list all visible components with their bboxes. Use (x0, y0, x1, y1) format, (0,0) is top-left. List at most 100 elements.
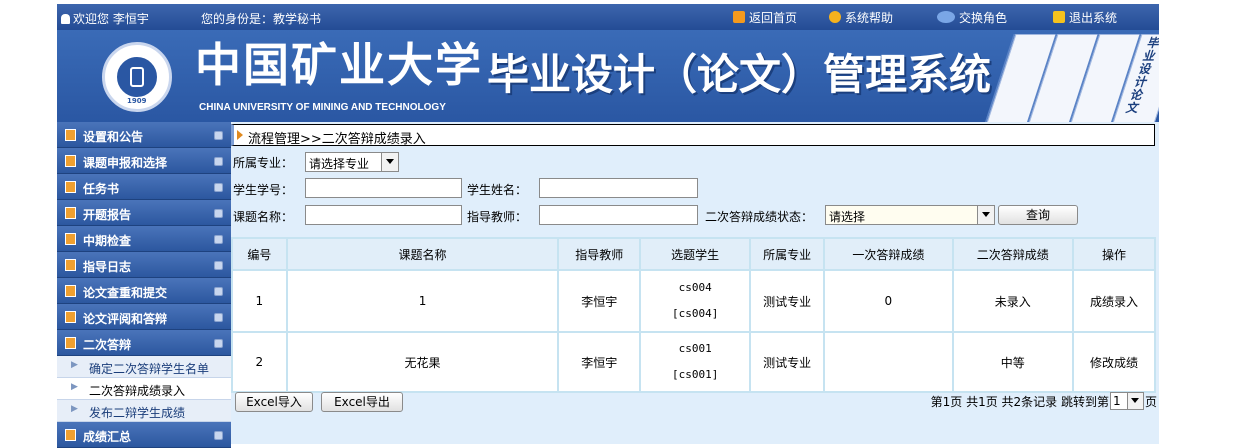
folder-icon (65, 259, 76, 271)
chevron-down-icon (977, 206, 994, 224)
student-name-label: 学生姓名： (467, 183, 528, 197)
sidebar-item-logs[interactable]: 指导日志 (57, 252, 231, 278)
major-select[interactable]: 请选择专业 (305, 152, 399, 172)
table-header-row: 编号 课题名称 指导教师 选题学生 所属专业 一次答辩成绩 二次答辩成绩 操作 (231, 237, 1156, 271)
cell-topic: 1 (285, 269, 560, 333)
column-header: 编号 (231, 237, 288, 271)
sidebar-item-midterm[interactable]: 中期检查 (57, 226, 231, 252)
cell-student: cs001 [cs001] (639, 331, 752, 393)
student-name: cs004 (678, 281, 712, 294)
student-id: [cs004] (671, 307, 719, 320)
cell-second-score: 中等 (951, 331, 1075, 393)
enter-score-link[interactable]: 成绩录入 (1072, 269, 1156, 333)
folder-icon (65, 337, 76, 349)
sidebar-item-plagiarism[interactable]: 论文查重和提交 (57, 278, 231, 304)
collapse-icon[interactable] (214, 287, 223, 296)
status-select[interactable]: 请选择 (825, 205, 995, 225)
user-icon (61, 14, 70, 24)
system-title: 毕业设计（论文）管理系统 (487, 50, 992, 99)
chevron-right-icon: ▶ (71, 404, 78, 414)
sidebar: 设置和公告 课题申报和选择 任务书 开题报告 中期检查 指导日志 论文查重和提交… (57, 122, 231, 448)
column-header: 二次答辩成绩 (951, 237, 1075, 271)
collapse-icon[interactable] (214, 209, 223, 218)
table-row: 1 1 李恒宇 cs004 [cs004] 测试专业 0 未录入 成绩录入 (231, 269, 1156, 333)
emblem-year: 1909 (127, 97, 147, 105)
student-id-label: 学生学号： (233, 183, 294, 197)
sidebar-subitem-confirm-list[interactable]: ▶ 确定二次答辩学生名单 (57, 356, 231, 378)
page-select[interactable]: 1 (1109, 392, 1144, 410)
sidebar-item-summary[interactable]: 成绩汇总 (57, 422, 231, 448)
cell-first-score (823, 331, 954, 393)
sidebar-subitem-score-entry[interactable]: ▶ 二次答辩成绩录入 (57, 378, 231, 400)
teacher-input[interactable] (539, 205, 698, 225)
exit-icon (1053, 11, 1065, 23)
folder-icon (65, 285, 76, 297)
sidebar-item-topics[interactable]: 课题申报和选择 (57, 148, 231, 174)
table-row: 2 无花果 李恒宇 cs001 [cs001] 测试专业 中等 修改成绩 (231, 331, 1156, 393)
status-label: 二次答辩成绩状态： (705, 210, 814, 224)
folder-icon (65, 129, 76, 141)
cell-student: cs004 [cs004] (639, 269, 752, 333)
books-graphic: 毕业设计论文 (959, 30, 1159, 122)
student-name-input[interactable] (539, 178, 698, 198)
collapse-icon[interactable] (214, 157, 223, 166)
cell-major: 测试专业 (749, 269, 826, 333)
pager-info: 第1页 共1页 共2条记录 跳转到第 (930, 394, 1109, 409)
folder-icon (65, 311, 76, 323)
folder-icon (65, 155, 76, 167)
university-english-name: CHINA UNIVERSITY OF MINING AND TECHNOLOG… (199, 102, 446, 113)
column-header: 课题名称 (285, 237, 560, 271)
collapse-icon[interactable] (214, 235, 223, 244)
student-name: cs001 (678, 342, 712, 355)
collapse-icon[interactable] (214, 131, 223, 140)
excel-import-button[interactable]: Excel导入 (235, 392, 313, 412)
collapse-icon[interactable] (214, 339, 223, 348)
switch-role-link[interactable]: 交换角色 (937, 4, 1007, 30)
column-header: 选题学生 (639, 237, 752, 271)
folder-icon (65, 233, 76, 245)
header-banner: 1909 中国矿业大学 CHINA UNIVERSITY OF MINING A… (57, 30, 1159, 122)
column-header: 所属专业 (749, 237, 826, 271)
sidebar-item-assignment[interactable]: 任务书 (57, 174, 231, 200)
logout-link[interactable]: 退出系统 (1053, 4, 1117, 30)
home-icon (733, 11, 745, 23)
sidebar-item-review[interactable]: 论文评阅和答辩 (57, 304, 231, 330)
identity-text: 您的身份是：教学秘书 (201, 12, 322, 26)
cell-first-score: 0 (823, 269, 954, 333)
folder-icon (65, 181, 76, 193)
excel-export-button[interactable]: Excel导出 (321, 392, 403, 412)
column-header: 操作 (1072, 237, 1156, 271)
sidebar-item-settings[interactable]: 设置和公告 (57, 122, 231, 148)
home-link[interactable]: 返回首页 (733, 4, 797, 30)
help-link[interactable]: 系统帮助 (829, 4, 893, 30)
collapse-icon[interactable] (214, 183, 223, 192)
major-label: 所属专业： (233, 156, 294, 170)
cell-major: 测试专业 (749, 331, 826, 393)
pager: 第1页 共1页 共2条记录 跳转到第 1 页 (931, 392, 1157, 410)
folder-icon (65, 429, 76, 441)
breadcrumb: 流程管理>>二次答辩成绩录入 (231, 124, 1155, 147)
collapse-icon[interactable] (214, 313, 223, 322)
sidebar-item-proposal[interactable]: 开题报告 (57, 200, 231, 226)
chevron-down-icon (381, 153, 398, 171)
student-id-input[interactable] (305, 178, 462, 198)
sidebar-item-second-defense[interactable]: 二次答辩 (57, 330, 231, 356)
main-content: 流程管理>>二次答辩成绩录入 所属专业： 请选择专业 学生学号： 学生姓名： 课… (231, 122, 1159, 444)
cell-no: 1 (231, 269, 288, 333)
app-window: 欢迎您 李恒宇 您的身份是：教学秘书 返回首页 系统帮助 交换角色 退出系统 1… (57, 4, 1159, 448)
sidebar-subitem-publish-scores[interactable]: ▶ 发布二辩学生成绩 (57, 400, 231, 422)
chevron-right-icon: ▶ (71, 360, 78, 370)
collapse-icon[interactable] (214, 261, 223, 270)
modify-score-link[interactable]: 修改成绩 (1072, 331, 1156, 393)
welcome-area: 欢迎您 李恒宇 (61, 10, 149, 27)
cell-teacher: 李恒宇 (557, 269, 642, 333)
arrow-right-icon (237, 130, 243, 140)
topic-input[interactable] (305, 205, 462, 225)
cell-no: 2 (231, 331, 288, 393)
collapse-icon[interactable] (214, 431, 223, 440)
top-bar: 欢迎您 李恒宇 您的身份是：教学秘书 返回首页 系统帮助 交换角色 退出系统 (57, 4, 1159, 30)
pager-suffix: 页 (1144, 394, 1157, 409)
university-name: 中国矿业大学 (195, 38, 483, 92)
student-id: [cs001] (671, 368, 719, 381)
query-button[interactable]: 查询 (998, 205, 1078, 225)
